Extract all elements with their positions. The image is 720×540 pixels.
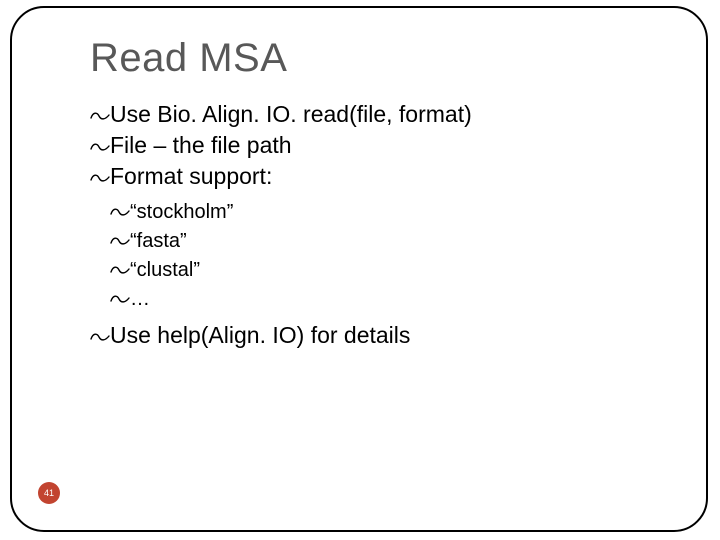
bullet-l2: “fasta”: [110, 227, 690, 256]
bullet-l2: “stockholm”: [110, 198, 690, 227]
page-number: 41: [44, 488, 54, 498]
bullet-text: Format support:: [110, 163, 272, 189]
bullet-icon: [110, 285, 130, 314]
slide-title: Read MSA: [90, 36, 690, 81]
bullet-text: File – the file path: [110, 132, 292, 158]
bullet-l2: …: [110, 285, 690, 314]
bullet-text: “clustal”: [130, 259, 200, 281]
bullet-icon: [110, 256, 130, 285]
bullet-icon: [90, 161, 110, 192]
bullet-text: “fasta”: [130, 230, 187, 252]
nested-list: “stockholm” “fasta” “clustal” …: [110, 198, 690, 314]
bullet-text: …: [130, 288, 150, 310]
bullet-text: Use help(Align. IO) for details: [110, 322, 410, 348]
bullet-icon: [90, 99, 110, 130]
bullet-icon: [90, 320, 110, 351]
page-number-badge: 41: [38, 482, 60, 504]
bullet-l1: Use help(Align. IO) for details: [90, 320, 690, 351]
slide-content: Read MSA Use Bio. Align. IO. read(file, …: [90, 36, 690, 351]
bullet-l2: “clustal”: [110, 256, 690, 285]
bullet-l1: Format support:: [90, 161, 690, 192]
bullet-l1: Use Bio. Align. IO. read(file, format): [90, 99, 690, 130]
bullet-icon: [110, 227, 130, 256]
bullet-icon: [110, 198, 130, 227]
bullet-text: “stockholm”: [130, 201, 233, 223]
bullet-icon: [90, 130, 110, 161]
bullet-l1: File – the file path: [90, 130, 690, 161]
slide-frame: Read MSA Use Bio. Align. IO. read(file, …: [10, 6, 708, 532]
bullet-text: Use Bio. Align. IO. read(file, format): [110, 101, 472, 127]
